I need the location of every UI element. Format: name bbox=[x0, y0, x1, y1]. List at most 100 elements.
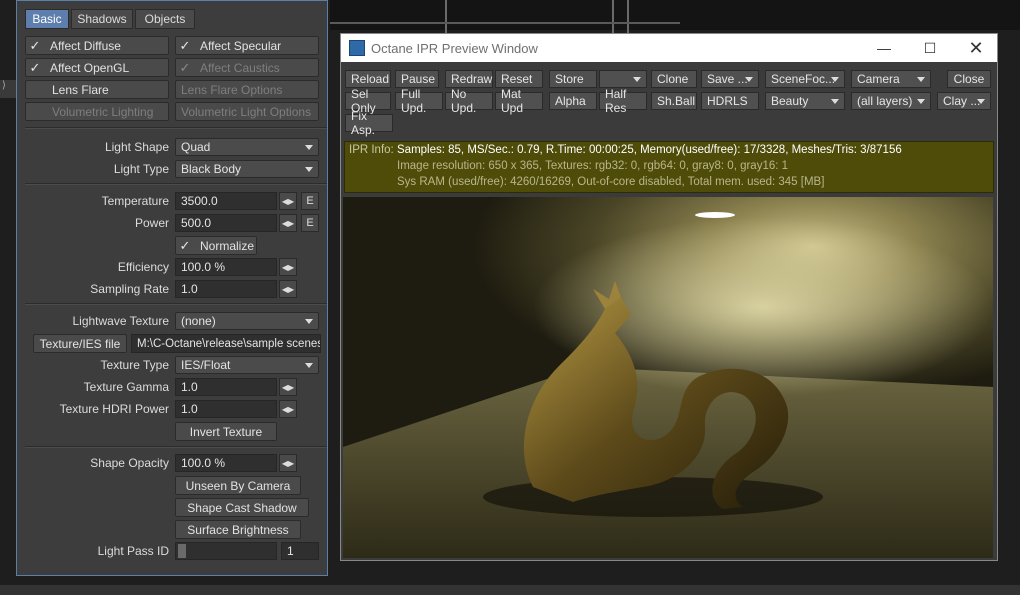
shape-opacity-input[interactable]: 100.0 % bbox=[175, 454, 277, 472]
tab-basic[interactable]: Basic bbox=[25, 9, 69, 29]
checkmark-icon: ✓ bbox=[179, 59, 191, 75]
chevron-down-icon bbox=[745, 77, 753, 82]
volumetric-lighting-toggle[interactable]: Volumetric Lighting bbox=[25, 102, 169, 121]
camera-dropdown[interactable]: Camera bbox=[851, 70, 931, 88]
chevron-down-icon bbox=[917, 77, 925, 82]
tab-objects[interactable]: Objects bbox=[135, 9, 195, 29]
reload-button[interactable]: Reload bbox=[345, 70, 391, 88]
divider bbox=[25, 127, 327, 129]
tab-shadows[interactable]: Shadows bbox=[71, 9, 133, 29]
light-type-value: Black Body bbox=[181, 162, 242, 176]
chevron-down-icon bbox=[305, 319, 313, 324]
light-pass-id-label: Light Pass ID bbox=[97, 544, 169, 558]
lens-flare-options-button[interactable]: Lens Flare Options bbox=[175, 80, 319, 99]
light-pass-id-slider[interactable] bbox=[175, 542, 277, 560]
ipr-info-line-1: Samples: 85, MS/Sec.: 0.79, R.Time: 00:0… bbox=[397, 144, 902, 156]
spinner-arrows-icon[interactable]: ◀▶ bbox=[279, 454, 297, 472]
shape-cast-shadow-toggle[interactable]: Shape Cast Shadow bbox=[175, 498, 309, 517]
spinner-arrows-icon[interactable]: ◀▶ bbox=[279, 378, 297, 396]
layers-dropdown[interactable]: (all layers) bbox=[851, 92, 931, 110]
ipr-info-panel: IPR Info: Samples: 85, MS/Sec.: 0.79, R.… bbox=[344, 141, 994, 193]
close-window-icon[interactable]: ✕ bbox=[953, 34, 999, 62]
close-button[interactable]: Close bbox=[947, 70, 991, 88]
redraw-button[interactable]: Redraw bbox=[445, 70, 493, 88]
maximize-icon[interactable]: ☐ bbox=[907, 34, 953, 62]
render-preview-image[interactable] bbox=[343, 197, 993, 558]
ipr-info-label: IPR Info: bbox=[349, 144, 394, 156]
checkmark-icon: ✓ bbox=[29, 37, 41, 53]
clone-button[interactable]: Clone bbox=[651, 70, 697, 88]
checkmark-icon: ✓ bbox=[179, 37, 191, 53]
envelope-button[interactable]: E bbox=[301, 192, 319, 210]
light-shape-label: Light Shape bbox=[104, 140, 169, 154]
light-type-label: Light Type bbox=[113, 162, 169, 176]
spinner-arrows-icon[interactable]: ◀▶ bbox=[279, 400, 297, 418]
hdrls-button[interactable]: HDRLS bbox=[701, 92, 759, 110]
spinner-arrows-icon[interactable]: ◀▶ bbox=[279, 192, 297, 210]
viewport-grid-line bbox=[330, 22, 680, 24]
normalize-toggle[interactable]: ✓ Normalize bbox=[175, 236, 257, 255]
affect-caustics-toggle[interactable]: ✓ Affect Caustics bbox=[175, 58, 319, 77]
minimize-icon[interactable]: — bbox=[861, 34, 907, 62]
light-type-dropdown[interactable]: Black Body bbox=[175, 160, 319, 178]
affect-diffuse-toggle[interactable]: ✓ Affect Diffuse bbox=[25, 36, 169, 55]
alpha-button[interactable]: Alpha bbox=[549, 92, 597, 110]
half-res-button[interactable]: Half Res bbox=[599, 87, 647, 115]
quad-light-shape bbox=[695, 212, 735, 218]
chevron-down-icon bbox=[977, 99, 985, 104]
normalize-label: Normalize bbox=[200, 238, 255, 253]
volumetric-light-options-button[interactable]: Volumetric Light Options bbox=[175, 102, 319, 121]
temperature-input[interactable]: 3500.0 bbox=[175, 192, 277, 210]
mat-update-button[interactable]: Mat Upd bbox=[495, 87, 543, 115]
texture-hdri-power-input[interactable]: 1.0 bbox=[175, 400, 277, 418]
shader-ball-button[interactable]: Sh.Ball bbox=[651, 92, 697, 110]
spinner-arrows-icon[interactable]: ◀▶ bbox=[279, 258, 297, 276]
surface-brightness-toggle[interactable]: Surface Brightness bbox=[175, 520, 301, 539]
slider-handle[interactable] bbox=[178, 544, 186, 558]
render-pass-dropdown[interactable]: Beauty bbox=[765, 92, 845, 110]
unseen-by-camera-toggle[interactable]: Unseen By Camera bbox=[175, 476, 301, 495]
sampling-rate-input[interactable]: 1.0 bbox=[175, 280, 277, 298]
store-button[interactable]: Store bbox=[549, 70, 597, 88]
full-update-button[interactable]: Full Upd. bbox=[395, 87, 443, 115]
clay-mode-dropdown[interactable]: Clay ... bbox=[937, 92, 991, 110]
bottom-strip bbox=[0, 585, 1020, 595]
shape-opacity-label: Shape Opacity bbox=[90, 456, 169, 470]
texture-ies-path-input[interactable]: M:\C-Octane\release\sample scenes\ bbox=[131, 334, 321, 353]
texture-type-label: Texture Type bbox=[100, 358, 169, 372]
lightwave-texture-dropdown[interactable]: (none) bbox=[175, 312, 319, 330]
checkmark-icon: ✓ bbox=[29, 59, 41, 75]
texture-gamma-input[interactable]: 1.0 bbox=[175, 378, 277, 396]
left-edge-control[interactable]: ⟩ bbox=[0, 80, 16, 98]
save-dropdown[interactable]: Save ... bbox=[701, 70, 759, 88]
light-shape-dropdown[interactable]: Quad bbox=[175, 138, 319, 156]
store-slot-dropdown[interactable] bbox=[599, 70, 647, 88]
scene-focus-label: SceneFoc... bbox=[771, 72, 836, 86]
spinner-arrows-icon[interactable]: ◀▶ bbox=[279, 214, 297, 232]
spinner-arrows-icon[interactable]: ◀▶ bbox=[279, 280, 297, 298]
chevron-down-icon bbox=[831, 99, 839, 104]
divider bbox=[25, 446, 327, 448]
texture-ies-file-button[interactable]: Texture/IES file bbox=[33, 334, 127, 353]
sel-only-button[interactable]: Sel Only bbox=[345, 87, 391, 115]
divider bbox=[25, 303, 327, 305]
chevron-down-icon bbox=[305, 145, 313, 150]
affect-specular-toggle[interactable]: ✓ Affect Specular bbox=[175, 36, 319, 55]
power-input[interactable]: 500.0 bbox=[175, 214, 277, 232]
invert-texture-toggle[interactable]: Invert Texture bbox=[175, 422, 277, 441]
fix-aspect-button[interactable]: Fix Asp. bbox=[345, 109, 393, 137]
texture-type-dropdown[interactable]: IES/Float bbox=[175, 356, 319, 374]
affect-specular-label: Affect Specular bbox=[200, 38, 282, 53]
ipr-info-line-2: Image resolution: 650 x 365, Textures: r… bbox=[397, 160, 789, 172]
scene-focus-dropdown[interactable]: SceneFoc... bbox=[765, 70, 845, 88]
reset-button[interactable]: Reset bbox=[495, 70, 543, 88]
lens-flare-toggle[interactable]: Lens Flare bbox=[25, 80, 169, 99]
chevron-down-icon bbox=[831, 77, 839, 82]
no-update-button[interactable]: No Upd. bbox=[445, 87, 493, 115]
affect-opengl-toggle[interactable]: ✓ Affect OpenGL bbox=[25, 58, 169, 77]
pause-button[interactable]: Pause bbox=[395, 70, 439, 88]
affect-opengl-label: Affect OpenGL bbox=[50, 60, 130, 75]
envelope-button[interactable]: E bbox=[301, 214, 319, 232]
efficiency-input[interactable]: 100.0 % bbox=[175, 258, 277, 276]
light-pass-id-input[interactable]: 1 bbox=[281, 542, 319, 560]
